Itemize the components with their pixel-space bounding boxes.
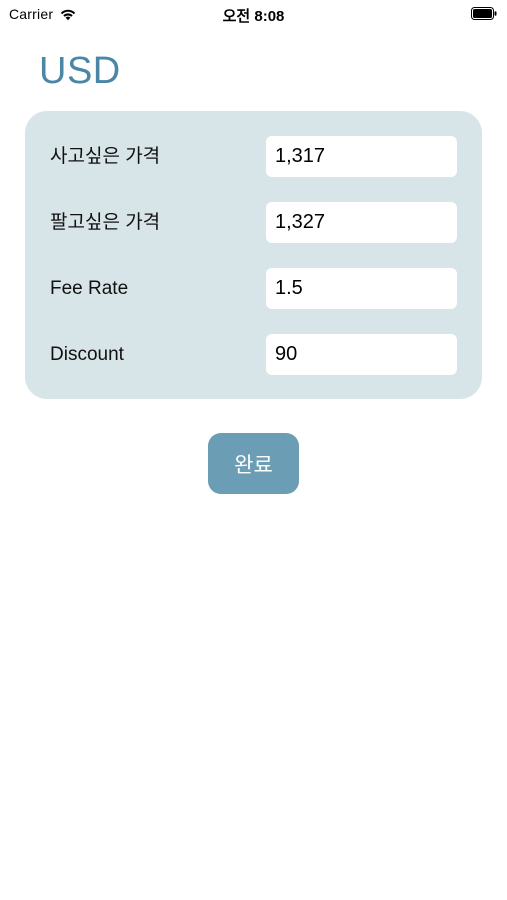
page-title: USD <box>39 50 121 92</box>
fee-rate-row: Fee Rate <box>25 268 482 310</box>
sell-price-label: 팔고싶은 가격 <box>50 212 161 233</box>
fee-rate-label: Fee Rate <box>50 278 129 299</box>
discount-row: Discount <box>25 334 482 376</box>
sell-price-input[interactable] <box>266 202 457 243</box>
buy-price-row: 사고싶은 가격 <box>25 136 482 178</box>
fee-rate-input[interactable] <box>266 268 457 309</box>
done-button[interactable]: 완료 <box>208 433 299 494</box>
buy-price-label: 사고싶은 가격 <box>50 146 161 167</box>
discount-input[interactable] <box>266 334 457 375</box>
battery-icon <box>471 7 497 20</box>
status-bar: Carrier 오전 8:08 <box>0 0 507 28</box>
form-card: 사고싶은 가격 팔고싶은 가격 Fee Rate Discount <box>25 111 482 399</box>
sell-price-row: 팔고싶은 가격 <box>25 202 482 244</box>
discount-label: Discount <box>50 344 124 365</box>
status-time: 오전 8:08 <box>222 8 285 25</box>
buy-price-input[interactable] <box>266 136 457 177</box>
